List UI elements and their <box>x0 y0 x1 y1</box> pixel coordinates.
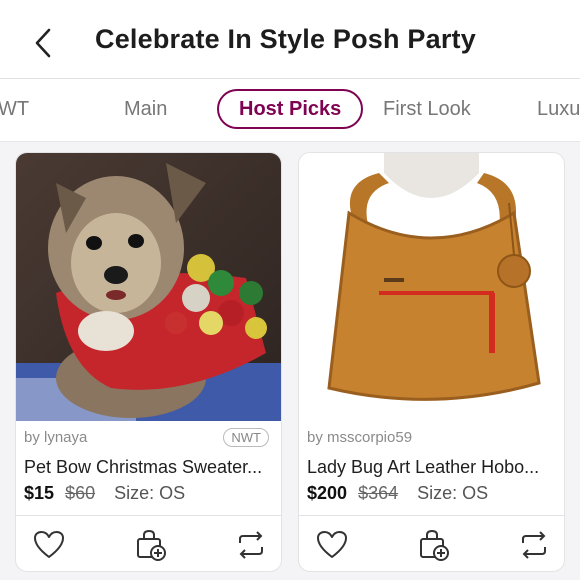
share-icon[interactable] <box>517 528 551 562</box>
listing-actions <box>16 515 281 571</box>
size-label: Size: OS <box>114 483 186 503</box>
add-to-bundle-icon[interactable] <box>416 528 450 562</box>
price: $200 <box>307 483 348 503</box>
back-button[interactable] <box>28 26 58 60</box>
share-icon[interactable] <box>234 528 268 562</box>
price: $15 <box>24 483 55 503</box>
listing-image[interactable] <box>299 153 564 421</box>
app-header: Celebrate In Style Posh Party <box>0 0 580 79</box>
original-price: $364 <box>358 483 399 503</box>
listing-image[interactable] <box>16 153 281 421</box>
seller-name[interactable]: by msscorpio59 <box>307 429 412 446</box>
heart-icon[interactable] <box>32 528 66 562</box>
listing-title[interactable]: Lady Bug Art Leather Hobo... <box>307 457 559 478</box>
chevron-left-icon <box>35 28 51 58</box>
listing-actions <box>299 515 564 571</box>
tab-host-picks[interactable]: Host Picks <box>217 89 364 129</box>
tab-nwt[interactable]: WT <box>0 89 29 129</box>
original-price: $60 <box>65 483 96 503</box>
tab-main[interactable]: Main <box>124 89 167 129</box>
tab-first-look[interactable]: First Look <box>383 89 471 129</box>
seller-name[interactable]: by lynaya <box>24 429 87 446</box>
tab-luxury[interactable]: Luxu <box>537 89 580 129</box>
heart-icon[interactable] <box>315 528 349 562</box>
add-to-bundle-icon[interactable] <box>133 528 167 562</box>
price-row: $15 $60 Size: OS <box>24 483 185 504</box>
tab-bar: WT Main Host Picks First Look Luxu <box>0 79 580 142</box>
listing-title[interactable]: Pet Bow Christmas Sweater... <box>24 457 276 478</box>
listing-card[interactable]: by msscorpio59 Lady Bug Art Leather Hobo… <box>298 152 565 572</box>
price-row: $200 $364 Size: OS <box>307 483 488 504</box>
condition-badge: NWT <box>223 428 269 447</box>
listing-card[interactable]: by lynaya NWT Pet Bow Christmas Sweater.… <box>15 152 282 572</box>
page-title: Celebrate In Style Posh Party <box>95 24 476 54</box>
size-label: Size: OS <box>417 483 489 503</box>
